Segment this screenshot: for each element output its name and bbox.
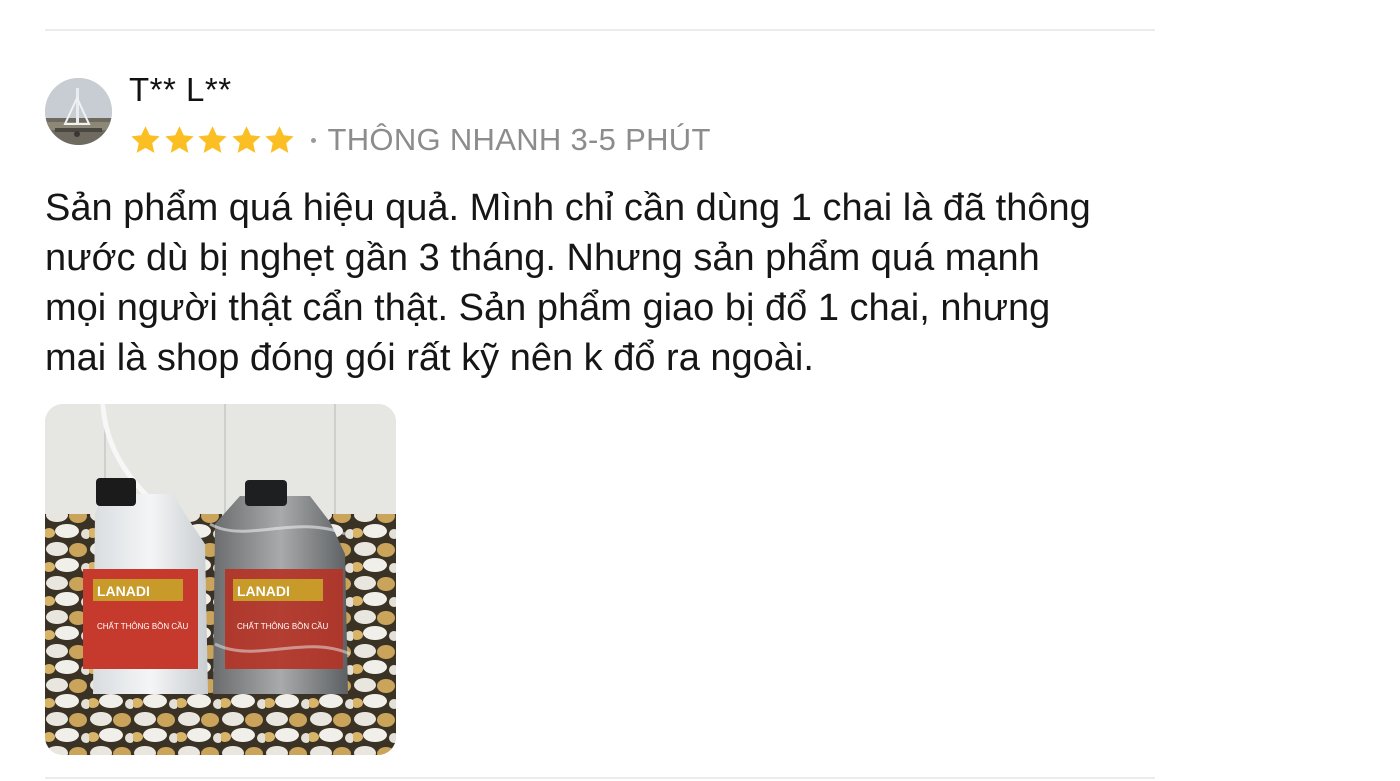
review-text-line: mọi người thật cẩn thật. Sản phẩm giao b… <box>45 287 1051 329</box>
star-rating <box>129 124 297 157</box>
star-icon <box>163 124 196 157</box>
rating-row: THÔNG NHANH 3-5 PHÚT <box>129 120 711 160</box>
review-body: Sản phẩm quá hiệu quả. Mình chỉ cần dùng… <box>45 183 1155 383</box>
review-text-line: Sản phẩm quá hiệu quả. Mình chỉ cần dùng… <box>45 187 1091 229</box>
separator-dot <box>310 137 316 143</box>
star-icon <box>196 124 229 157</box>
bottom-divider <box>45 777 1155 779</box>
product-variant: THÔNG NHANH 3-5 PHÚT <box>327 122 711 157</box>
star-icon <box>129 124 162 157</box>
reviewer-name[interactable]: T** L** <box>129 70 232 110</box>
star-icon <box>263 124 296 157</box>
bottle-label-right: CHẤT THÔNG BỒN CẦU <box>237 621 328 631</box>
user-avatar[interactable] <box>45 78 112 145</box>
bottle-brand-right: LANADI <box>237 583 290 599</box>
review-text-line: mai là shop đóng gói rất kỹ nên k đổ ra … <box>45 337 814 379</box>
review-photo[interactable]: LANADI CHẤT THÔNG BỒN CẦU LANADI CHẤT TH… <box>45 404 396 755</box>
bottle-brand-left: LANADI <box>97 583 150 599</box>
review-text-line: nước dù bị nghẹt gần 3 tháng. Nhưng sản … <box>45 237 1040 279</box>
star-icon <box>230 124 263 157</box>
avatar-image <box>45 78 112 145</box>
bottle-label-left: CHẤT THÔNG BỒN CẦU <box>97 621 188 631</box>
review-photo-image: LANADI CHẤT THÔNG BỒN CẦU LANADI CHẤT TH… <box>45 404 396 755</box>
top-divider <box>45 29 1155 31</box>
